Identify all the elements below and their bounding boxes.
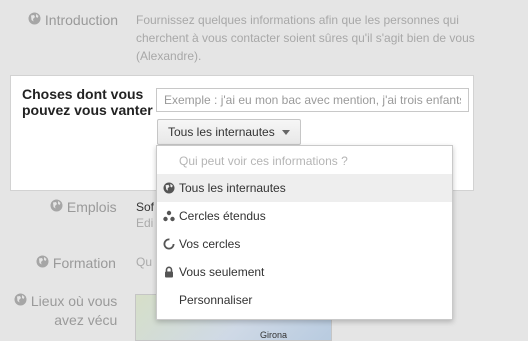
intro-label-group: Introduction [28,12,118,28]
brag-title: Choses dont vous pouvez vous vanter [22,86,153,118]
menu-item-your-circles[interactable]: Vos cercles [157,230,452,258]
menu-item-label: Cercles étendus [179,209,266,223]
menu-item-public[interactable]: Tous les internautes [157,174,452,202]
emplois-value: Sof [136,200,155,214]
lieux-label-group: Lieux où vous avez vécu [14,292,117,330]
globe-icon [14,293,27,306]
formation-label: Formation [52,255,116,271]
menu-item-label: Vous seulement [179,265,265,279]
lieux-label-line2: avez vécu [54,312,118,328]
audience-dropdown-button[interactable]: Tous les internautes [157,119,301,145]
menu-header: Qui peut voir ces informations ? [179,154,348,168]
audience-button-label: Tous les internautes [168,125,275,139]
menu-item-extended-circles[interactable]: Cercles étendus [157,202,452,230]
globe-icon [28,12,41,25]
formation-value: Qu [136,255,153,269]
globe-icon [50,199,63,212]
chevron-down-icon [281,130,290,136]
menu-item-label: Vos cercles [179,237,241,251]
menu-item-label: Tous les internautes [179,181,286,195]
lock-icon [165,266,173,278]
map-city-label: Girona [260,330,288,340]
menu-item-only-you[interactable]: Vous seulement [157,258,452,286]
intro-description: Fournissez quelques informations afin qu… [136,13,475,63]
lieux-label-line1: Lieux où vous [30,293,118,309]
menu-item-label: Personnaliser [179,293,253,307]
brag-input[interactable] [156,88,469,112]
intro-label: Introduction [44,12,119,28]
audience-menu: Qui peut voir ces informations ? Tous le… [156,145,453,320]
emplois-sub: Edi [136,216,154,230]
menu-item-customize[interactable]: Personnaliser [157,286,452,314]
formation-label-group: Formation [36,255,116,271]
emplois-label: Emplois [66,199,117,215]
circles-icon [163,238,175,250]
globe-icon [36,255,49,268]
globe-icon [163,182,175,194]
extended-circles-icon [163,210,175,222]
emplois-label-group: Emplois [50,199,117,215]
